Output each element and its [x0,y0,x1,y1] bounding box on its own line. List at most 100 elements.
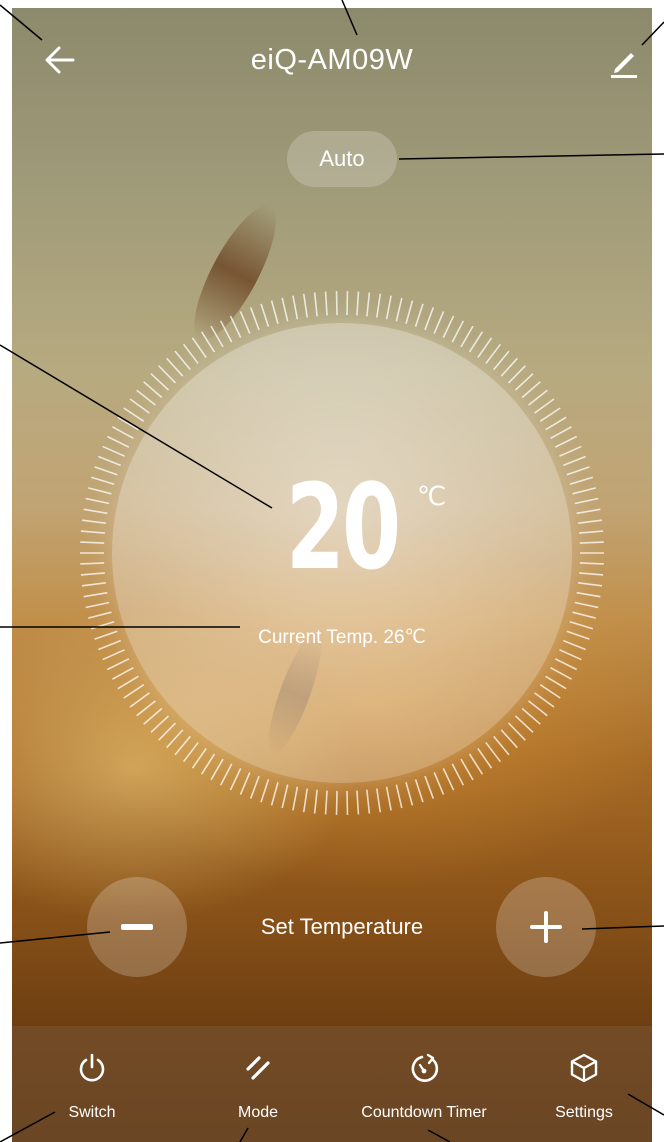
dial-tick [112,426,134,440]
edit-button[interactable] [606,44,642,80]
dial-tick [451,763,465,786]
dial-tick [579,572,604,576]
dial-tick [191,337,207,359]
dial-tick [249,775,260,799]
dial-tick [507,365,526,384]
nav-item-countdown-timer[interactable]: Countdown Timer [344,1026,504,1142]
dial-tick [346,790,349,815]
dial-tick [229,315,242,338]
back-button[interactable] [40,40,80,80]
dial-tick [136,389,156,406]
dial-tick [375,293,382,318]
dial-tick [528,700,548,717]
dial-tick [85,601,110,609]
dial-tick [335,291,338,316]
dial-tick [468,331,484,353]
dial-tick [324,790,328,815]
arrow-left-icon [45,46,75,74]
dial-tick [578,519,603,524]
dial-tick [433,772,445,795]
dial-tick [405,300,414,324]
nav-item-switch[interactable]: Switch [12,1026,172,1142]
dial-tick [576,508,601,515]
temperature-unit: ℃ [417,481,447,511]
dial-tick [414,303,424,327]
dial-tick [143,707,163,725]
dial-tick [559,445,582,457]
dial-tick [477,747,493,769]
dial-tick [158,365,177,384]
dial-tick [554,658,578,671]
dial-tick [493,735,510,756]
dial-tick [90,476,115,485]
dial-tick [468,753,484,775]
dial-tick [554,435,578,448]
dial-tick [534,398,555,414]
dial-tick [395,297,403,322]
temperature-dial[interactable]: 20 ℃ Current Temp. 26℃ [72,283,612,823]
dial-tick [158,722,177,741]
dial-tick [451,320,465,343]
dial-tick [260,303,270,327]
dial-tick [166,357,184,377]
dial-tick [574,601,599,609]
dial-tick [559,649,582,661]
dial-tick [521,707,541,725]
dial-tick [117,675,139,690]
dial-tick [83,591,108,598]
dial-tick [123,407,145,422]
dial-tick [117,416,139,431]
dial-tick [375,788,382,813]
dial-tick [106,658,130,671]
dial-tick [424,307,435,331]
dial-tick [174,735,191,756]
dial-tick [106,435,130,448]
dial-tick [545,416,567,431]
dial-tick [94,630,118,640]
dial-tick [229,768,242,791]
dial-tick [182,742,199,763]
dial-tick [442,768,455,791]
dial-tick [281,297,289,322]
dial-tick [550,666,572,680]
nav-item-mode[interactable]: Mode [178,1026,338,1142]
dial-tick [507,722,526,741]
dial-tick [239,772,251,795]
dial-tick [578,582,603,587]
dial-tick [260,779,270,803]
dial-tick [102,445,125,457]
dial-tick [366,789,371,814]
dial-tick [123,684,145,699]
dial-tick [424,775,435,799]
dial-tick [85,497,110,505]
dial-tick [143,381,163,399]
cube-icon [570,1053,598,1083]
dial-tick [98,639,122,651]
dial-tick [150,373,170,391]
dial-tick [500,729,518,749]
dial-tick [313,789,318,814]
nav-label-countdown-timer: Countdown Timer [361,1104,487,1121]
set-temperature-value: 20 [285,458,401,596]
decrease-temperature-button[interactable] [87,877,187,977]
top-bar: eiQ-AM09W [12,8,652,108]
device-control-screen: eiQ-AM09W Auto 20 ℃ Current Temp. 26℃ Se… [12,8,652,1142]
dial-tick [80,530,105,534]
dial-tick [346,291,349,316]
dial-tick [335,790,338,815]
dial-tick [182,343,199,364]
increase-temperature-button[interactable] [496,877,596,977]
mode-indicator[interactable]: Auto [287,131,397,187]
dial-tick [395,784,403,809]
set-temperature-label: Set Temperature [260,914,424,939]
dial-tick [579,541,604,544]
dial-tick [88,487,112,495]
dial-tick [539,684,561,699]
dial-tick [112,666,134,680]
nav-item-settings[interactable]: Settings [504,1026,652,1142]
dial-tick [414,779,424,803]
dial-tick [249,307,260,331]
dial-tick [81,582,106,587]
dial-tick [514,715,534,733]
dial-tick [200,753,216,775]
